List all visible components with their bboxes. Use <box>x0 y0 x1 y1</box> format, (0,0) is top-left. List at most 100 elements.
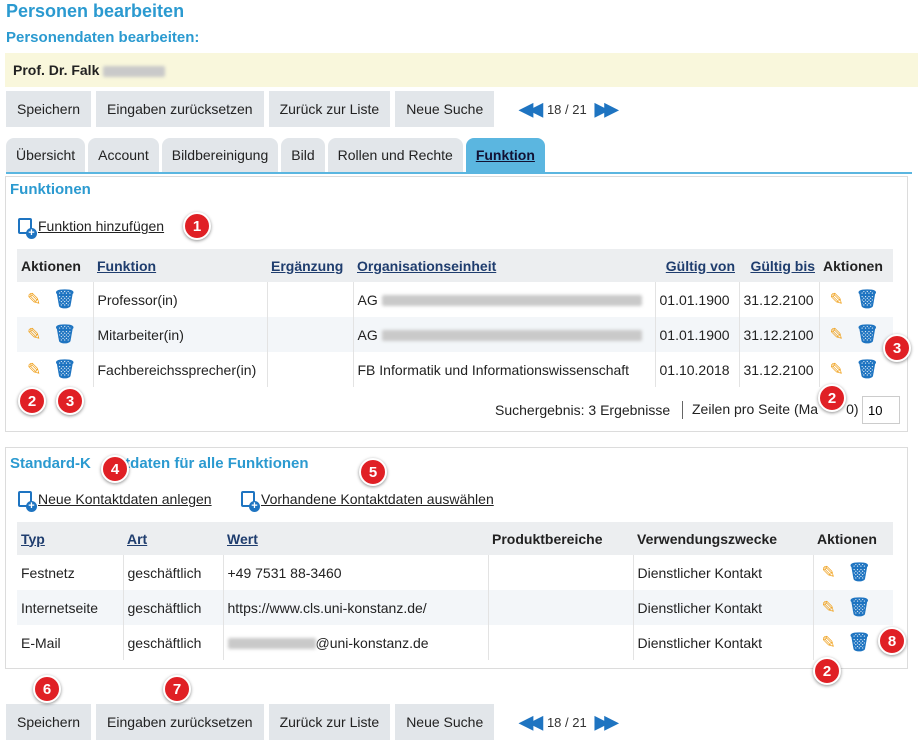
function-cell: Professor(in) <box>93 282 268 317</box>
type-cell: Festnetz <box>17 555 124 590</box>
redacted-email <box>227 638 316 650</box>
col-value[interactable]: Wert <box>223 522 488 555</box>
reset-button[interactable]: Eingaben zurücksetzen <box>96 91 264 127</box>
tab-image[interactable]: Bild <box>281 138 325 172</box>
pager-text: 18 / 21 <box>546 101 587 117</box>
value-cell: +49 7531 88-3460 <box>223 555 489 590</box>
function-cell: Mitarbeiter(in) <box>93 317 268 352</box>
table-row: E-Mail geschäftlich @uni-konstanz.de Die… <box>17 625 893 660</box>
tab-function[interactable]: Funktion <box>465 138 545 172</box>
col-actions: Aktionen <box>813 522 893 555</box>
valid-to-cell: 31.12.2100 <box>739 352 820 387</box>
tab-overview[interactable]: Übersicht <box>6 138 86 172</box>
annotation-badge: 2 <box>813 657 841 685</box>
trash-icon[interactable]: 🗑 <box>53 289 76 310</box>
redacted-name <box>103 65 166 77</box>
product-cell <box>488 625 634 660</box>
table-row: Internetseite geschäftlich https://www.c… <box>17 590 893 625</box>
back-to-list-button[interactable]: Zurück zur Liste <box>268 91 391 127</box>
trash-icon[interactable]: 🗑 <box>848 597 871 618</box>
table-row: Festnetz geschäftlich +49 7531 88-3460 D… <box>17 555 893 590</box>
kind-cell: geschäftlich <box>123 625 224 660</box>
col-supplement[interactable]: Ergänzung <box>267 249 353 282</box>
trash-icon[interactable]: 🗑 <box>848 632 871 653</box>
col-valid-from[interactable]: Gültig von <box>655 249 739 282</box>
trash-icon[interactable]: 🗑 <box>53 359 76 380</box>
product-cell <box>488 555 634 590</box>
trash-icon[interactable]: 🗑 <box>53 324 76 345</box>
purpose-cell: Dienstlicher Kontakt <box>633 590 814 625</box>
pencil-icon[interactable]: ✎ <box>822 598 836 618</box>
trash-icon[interactable]: 🗑 <box>856 324 879 345</box>
double-chevron-right-icon[interactable]: ▶▶ <box>595 99 619 120</box>
annotation-badge: 8 <box>878 627 906 655</box>
double-chevron-left-icon[interactable]: ◀◀ <box>519 712 543 733</box>
select-contact-label: Vorhandene Kontaktdaten auswählen <box>261 491 494 507</box>
col-kind[interactable]: Art <box>123 522 223 555</box>
col-org-unit[interactable]: Organisationseinheit <box>353 249 655 282</box>
new-search-button[interactable]: Neue Suche <box>395 91 495 127</box>
product-cell <box>488 590 634 625</box>
valid-to-cell: 31.12.2100 <box>739 317 820 352</box>
org-cell: AG <box>353 282 656 317</box>
person-header: Prof. Dr. Falk <box>5 53 918 87</box>
annotation-badge: 6 <box>33 675 61 703</box>
save-button[interactable]: Speichern <box>6 91 92 127</box>
col-actions-left: Aktionen <box>17 249 93 282</box>
trash-icon[interactable]: 🗑 <box>856 289 879 310</box>
rows-per-page-input[interactable] <box>862 396 900 424</box>
save-button[interactable]: Speichern <box>6 704 92 740</box>
new-contact-link[interactable]: Neue Kontaktdaten anlegen <box>18 491 212 512</box>
tab-bar: Übersicht Account Bildbereinigung Bild R… <box>6 138 548 172</box>
col-type[interactable]: Typ <box>17 522 123 555</box>
tab-underline <box>6 172 912 174</box>
trash-icon[interactable]: 🗑 <box>856 359 879 380</box>
page-subtitle: Personendaten bearbeiten: <box>6 29 200 46</box>
supplement-cell <box>267 317 354 352</box>
supplement-cell <box>267 352 354 387</box>
pager: ◀◀ 18 / 21 ▶▶ <box>511 712 622 733</box>
pencil-icon[interactable]: ✎ <box>27 360 41 380</box>
redacted-org <box>381 295 642 307</box>
pencil-icon[interactable]: ✎ <box>830 325 844 345</box>
col-function[interactable]: Funktion <box>93 249 267 282</box>
bottom-toolbar: Speichern Eingaben zurücksetzen Zurück z… <box>6 704 622 740</box>
new-search-button[interactable]: Neue Suche <box>395 704 495 740</box>
table-header-row: Aktionen Funktion Ergänzung Organisation… <box>17 249 893 282</box>
tab-image-cleanup[interactable]: Bildbereinigung <box>161 138 279 172</box>
double-chevron-right-icon[interactable]: ▶▶ <box>595 712 619 733</box>
redacted-org <box>381 330 642 342</box>
reset-button[interactable]: Eingaben zurücksetzen <box>96 704 264 740</box>
valid-from-cell: 01.01.1900 <box>655 317 740 352</box>
pencil-icon[interactable]: ✎ <box>830 290 844 310</box>
tab-roles-rights[interactable]: Rollen und Rechte <box>327 138 463 172</box>
pencil-icon[interactable]: ✎ <box>822 633 836 653</box>
add-function-link[interactable]: Funktion hinzufügen <box>18 218 164 239</box>
pencil-icon[interactable]: ✎ <box>822 563 836 583</box>
select-contact-link[interactable]: Vorhandene Kontaktdaten auswählen <box>241 491 494 512</box>
pencil-icon[interactable]: ✎ <box>830 360 844 380</box>
functions-title: Funktionen <box>10 181 91 198</box>
back-to-list-button[interactable]: Zurück zur Liste <box>268 704 391 740</box>
col-valid-to[interactable]: Gültig bis <box>739 249 819 282</box>
pencil-icon[interactable]: ✎ <box>27 290 41 310</box>
annotation-badge: 2 <box>818 384 846 412</box>
purpose-cell: Dienstlicher Kontakt <box>633 625 814 660</box>
tab-account[interactable]: Account <box>88 138 159 172</box>
col-actions-right: Aktionen <box>819 249 893 282</box>
add-document-icon <box>18 491 37 512</box>
divider <box>682 401 683 419</box>
trash-icon[interactable]: 🗑 <box>848 562 871 583</box>
contacts-table: Typ Art Wert Produktbereiche Verwendungs… <box>17 522 893 660</box>
type-cell: E-Mail <box>17 625 124 660</box>
pencil-icon[interactable]: ✎ <box>27 325 41 345</box>
kind-cell: geschäftlich <box>123 555 224 590</box>
top-toolbar: Speichern Eingaben zurücksetzen Zurück z… <box>6 91 622 127</box>
annotation-badge: 2 <box>18 387 46 415</box>
supplement-cell <box>267 282 354 317</box>
pager: ◀◀ 18 / 21 ▶▶ <box>511 99 622 120</box>
annotation-badge: 1 <box>183 212 211 240</box>
double-chevron-left-icon[interactable]: ◀◀ <box>519 99 543 120</box>
value-cell: https://www.cls.uni-konstanz.de/ <box>223 590 489 625</box>
type-cell: Internetseite <box>17 590 124 625</box>
